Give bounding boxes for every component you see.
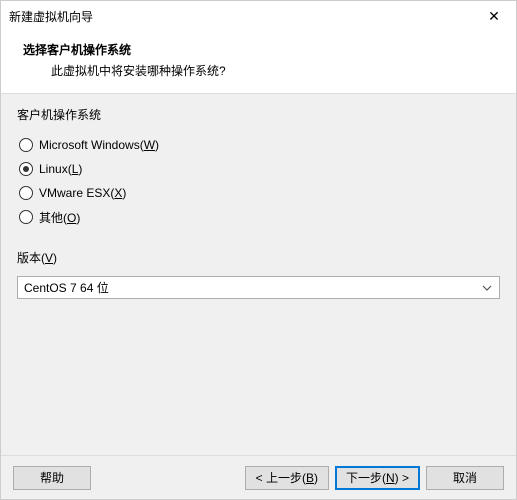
version-label: 版本(V) <box>17 249 500 266</box>
back-button[interactable]: < 上一步(B) <box>245 466 329 490</box>
radio-icon <box>19 138 33 152</box>
os-option-linux[interactable]: Linux(L) <box>19 157 500 181</box>
os-option-windows[interactable]: Microsoft Windows(W) <box>19 133 500 157</box>
radio-icon <box>19 186 33 200</box>
window-title: 新建虚拟机向导 <box>9 8 474 25</box>
help-button[interactable]: 帮助 <box>13 466 91 490</box>
close-icon: ✕ <box>488 8 500 25</box>
wizard-header: 选择客户机操作系统 此虚拟机中将安装哪种操作系统? <box>1 31 516 93</box>
os-option-vmware-esx[interactable]: VMware ESX(X) <box>19 181 500 205</box>
os-option-label: Linux(L) <box>39 162 82 176</box>
radio-icon <box>19 210 33 224</box>
os-group-label: 客户机操作系统 <box>17 106 500 123</box>
next-button[interactable]: 下一步(N) > <box>335 466 420 490</box>
version-select-value: CentOS 7 64 位 <box>24 279 481 296</box>
page-subtitle: 此虚拟机中将安装哪种操作系统? <box>23 62 500 79</box>
close-button[interactable]: ✕ <box>474 2 514 30</box>
os-option-label: 其他(O) <box>39 209 80 226</box>
page-title: 选择客户机操作系统 <box>23 41 500 58</box>
os-option-other[interactable]: 其他(O) <box>19 205 500 229</box>
wizard-footer: 帮助 < 上一步(B) 下一步(N) > 取消 <box>1 455 516 499</box>
chevron-down-icon <box>481 285 493 291</box>
titlebar: 新建虚拟机向导 ✕ <box>1 1 516 31</box>
os-radio-group: Microsoft Windows(W) Linux(L) VMware ESX… <box>17 133 500 229</box>
os-option-label: Microsoft Windows(W) <box>39 138 159 152</box>
version-select[interactable]: CentOS 7 64 位 <box>17 276 500 299</box>
cancel-button[interactable]: 取消 <box>426 466 504 490</box>
radio-icon <box>19 162 33 176</box>
version-group: 版本(V) CentOS 7 64 位 <box>17 249 500 299</box>
content-area: 客户机操作系统 Microsoft Windows(W) Linux(L) VM… <box>1 94 516 455</box>
os-option-label: VMware ESX(X) <box>39 186 126 200</box>
